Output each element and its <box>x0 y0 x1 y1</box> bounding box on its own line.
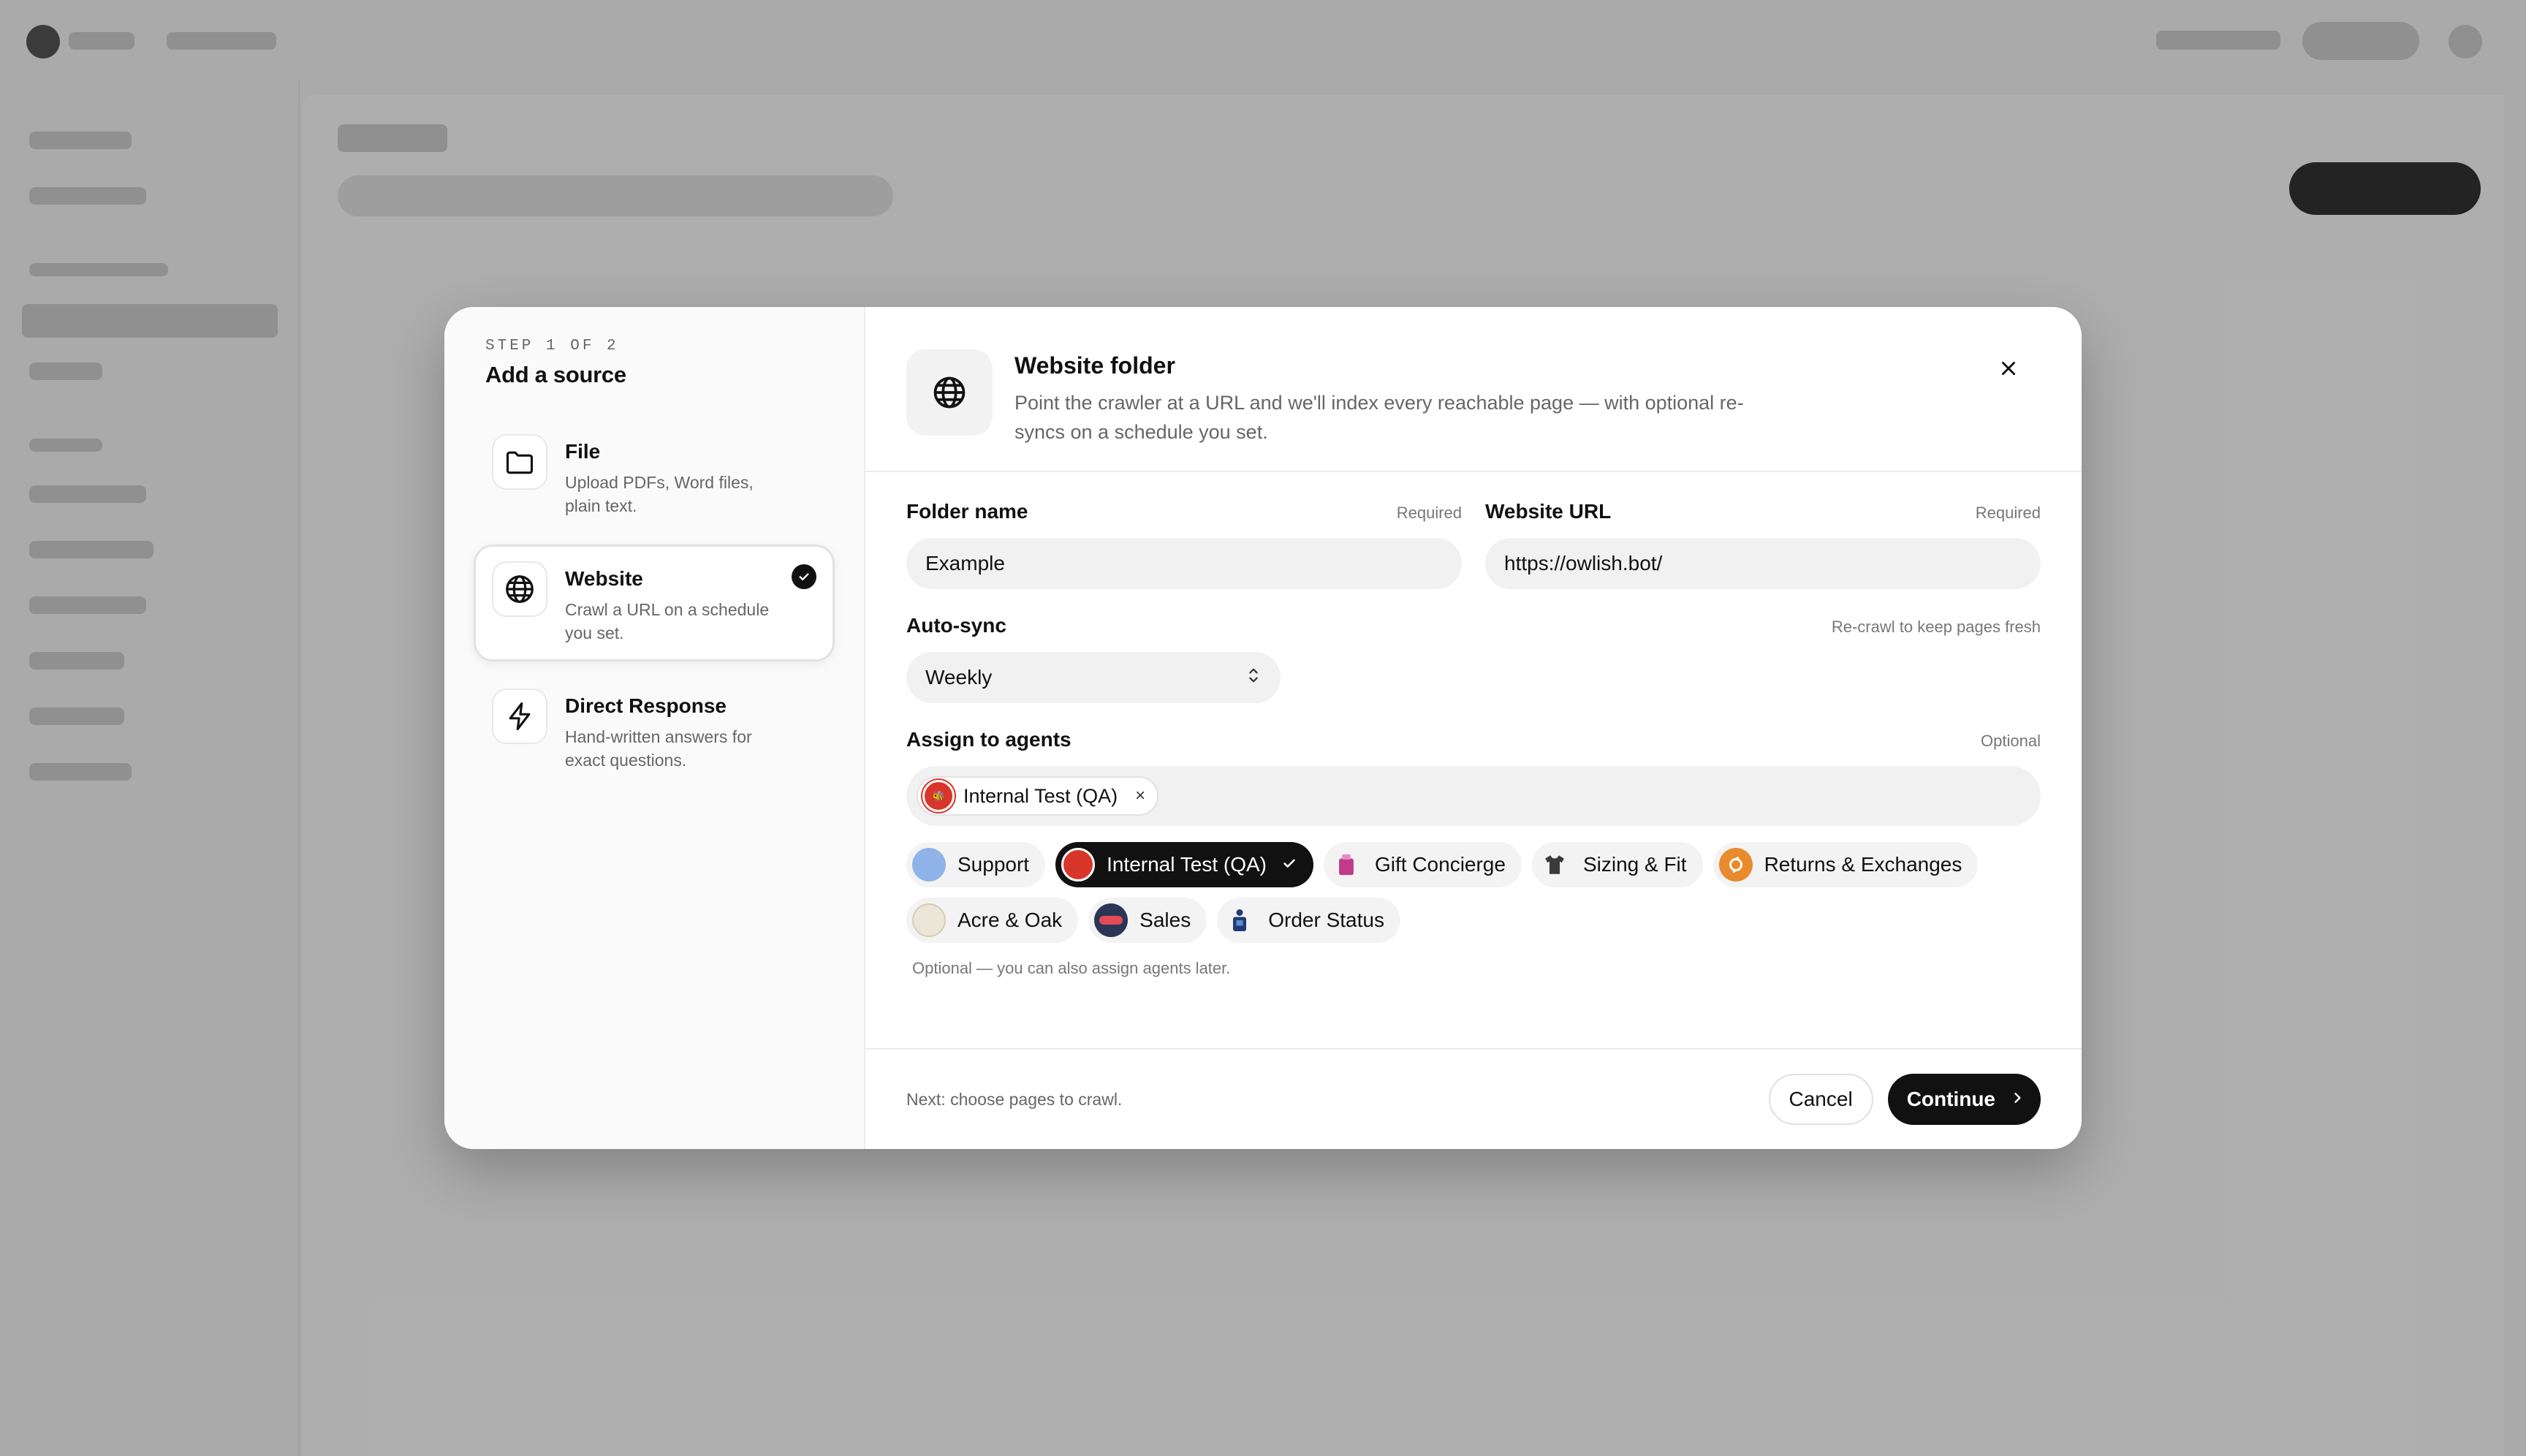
globe-icon <box>906 349 993 436</box>
modal-title: Add a source <box>485 362 626 387</box>
modal-footer: Next: choose pages to crawl. Cancel Cont… <box>865 1048 2082 1149</box>
auto-sync-hint: Re-crawl to keep pages fresh <box>1831 618 2041 636</box>
agent-chip-label: Order Status <box>1268 909 1384 931</box>
agent-chip-label: Support <box>957 853 1030 876</box>
agent-chip-gift-concierge[interactable]: Gift Concierge <box>1323 842 1522 887</box>
required-hint: Required <box>1396 504 1462 522</box>
agent-chip-label: Sizing & Fit <box>1582 853 1687 876</box>
auto-sync-field: Auto-sync Re-crawl to keep pages fresh W… <box>906 614 2041 703</box>
close-icon[interactable] <box>1991 351 2026 386</box>
step-indicator: STEP 1 OF 2 <box>485 338 619 354</box>
globe-icon <box>492 561 547 617</box>
agent-tag: 🐝 Internal Test (QA) × <box>917 776 1159 816</box>
agent-chip-label: Acre & Oak <box>957 909 1063 931</box>
details-header: Website folder Point the crawler at a UR… <box>865 307 2082 472</box>
chevron-right-icon <box>2010 1088 2025 1111</box>
field-label: Assign to agents <box>906 728 1072 751</box>
required-hint: Required <box>1975 504 2041 522</box>
agent-avatar <box>912 903 946 937</box>
source-type-panel: STEP 1 OF 2 Add a source File Upload PDF… <box>444 307 865 1149</box>
source-type-list: File Upload PDFs, Word files, plain text… <box>474 417 835 789</box>
field-label: Folder name <box>906 500 1028 523</box>
agent-avatar <box>1061 848 1096 881</box>
website-url-input[interactable]: https://owlish.bot/ <box>1485 538 2041 589</box>
agent-tag-input[interactable]: 🐝 Internal Test (QA) × <box>906 766 2041 826</box>
website-url-field: Website URL Required https://owlish.bot/ <box>1485 500 2041 589</box>
assign-agents-field: Assign to agents Optional 🐝 Internal Tes… <box>906 728 2041 978</box>
agent-chip-internal-test[interactable]: Internal Test (QA) <box>1055 842 1313 887</box>
agent-chip-sales[interactable]: Sales <box>1088 898 1207 943</box>
agent-options: Support Internal Test (QA) Gift Concierg… <box>906 842 2003 943</box>
agent-chip-acre-oak[interactable]: Acre & Oak <box>906 898 1079 943</box>
agent-avatar <box>1537 848 1571 881</box>
agent-chip-sizing-fit[interactable]: Sizing & Fit <box>1531 842 1703 887</box>
agent-chip-order-status[interactable]: Order Status <box>1217 898 1400 943</box>
agent-chip-label: Gift Concierge <box>1374 853 1506 876</box>
folder-icon <box>492 434 547 490</box>
details-title: Website folder <box>1014 352 1175 379</box>
source-option-desc: Crawl a URL on a schedule you set. <box>565 600 770 642</box>
source-option-label: File <box>565 440 601 463</box>
selected-check-icon <box>792 564 816 589</box>
agent-tag-label: Internal Test (QA) <box>963 784 1118 807</box>
source-option-website[interactable]: Website Crawl a URL on a schedule you se… <box>474 545 835 661</box>
add-source-modal: STEP 1 OF 2 Add a source File Upload PDF… <box>444 307 2082 1149</box>
folder-name-input[interactable]: Example <box>906 538 1462 589</box>
lightning-icon <box>492 689 547 744</box>
agent-avatar <box>912 848 946 881</box>
agent-chip-label: Returns & Exchanges <box>1764 853 1962 876</box>
field-label: Auto-sync <box>906 614 1006 637</box>
agent-avatar <box>1329 848 1363 881</box>
source-option-desc: Hand-written answers for exact questions… <box>565 727 752 770</box>
folder-name-field: Folder name Required Example <box>906 500 1462 589</box>
website-form: Folder name Required Example Website URL… <box>865 500 2082 978</box>
source-option-file[interactable]: File Upload PDFs, Word files, plain text… <box>474 417 835 534</box>
remove-tag-icon[interactable]: × <box>1135 786 1145 806</box>
optional-hint: Optional <box>1981 732 2041 750</box>
assign-note: Optional — you can also assign agents la… <box>912 959 1231 977</box>
source-option-label: Website <box>565 567 643 590</box>
cancel-button[interactable]: Cancel <box>1768 1074 1873 1125</box>
agent-chip-label: Sales <box>1139 909 1191 931</box>
field-label: Website URL <box>1485 500 1612 523</box>
agent-avatar: 🐝 <box>922 780 955 812</box>
agent-chip-support[interactable]: Support <box>906 842 1046 887</box>
auto-sync-value: Weekly <box>925 666 993 689</box>
agent-avatar <box>1094 903 1129 937</box>
check-icon <box>1281 853 1297 876</box>
agent-avatar <box>1718 848 1753 881</box>
continue-label: Continue <box>1906 1088 1995 1110</box>
source-option-label: Direct Response <box>565 694 727 717</box>
chevron-up-down-icon <box>1245 666 1262 690</box>
source-details-panel: Website folder Point the crawler at a UR… <box>865 307 2082 1149</box>
details-description: Point the crawler at a URL and we'll ind… <box>1014 392 1744 443</box>
agent-chip-label: Internal Test (QA) <box>1107 853 1267 876</box>
agent-chip-returns-exchanges[interactable]: Returns & Exchanges <box>1713 842 1979 887</box>
source-option-desc: Upload PDFs, Word files, plain text. <box>565 473 754 515</box>
footer-note: Next: choose pages to crawl. <box>906 1089 1123 1109</box>
agent-avatar <box>1223 903 1257 937</box>
auto-sync-select[interactable]: Weekly <box>906 652 1281 703</box>
source-option-direct-response[interactable]: Direct Response Hand-written answers for… <box>474 672 835 789</box>
continue-button[interactable]: Continue <box>1887 1074 2041 1125</box>
